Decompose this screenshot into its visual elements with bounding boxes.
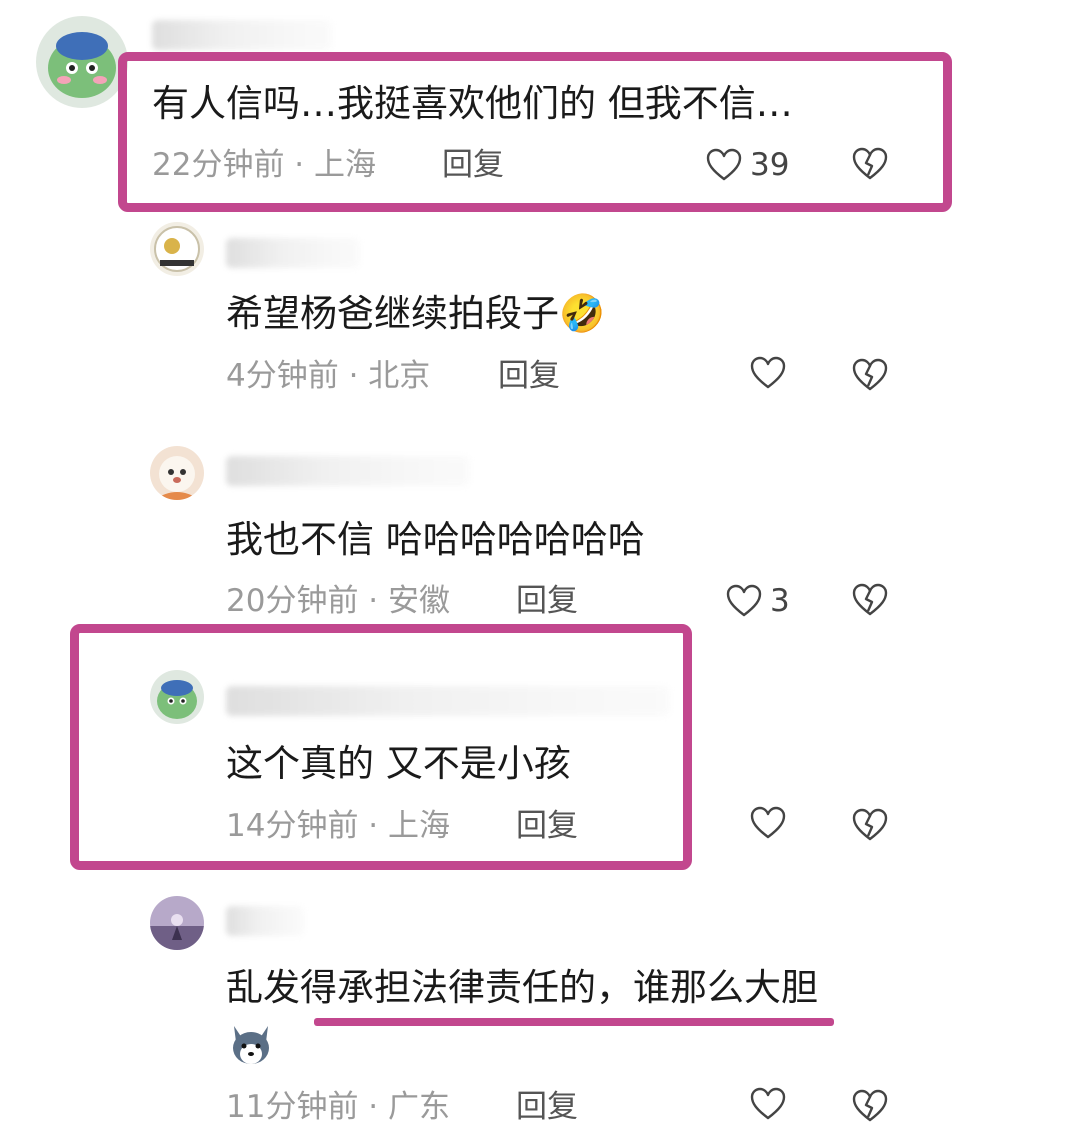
comment-time-location: 20分钟前 · 安徽	[226, 583, 451, 619]
avatar[interactable]	[36, 16, 128, 108]
reply-button[interactable]: 回复	[516, 581, 578, 621]
avatar-image	[150, 670, 204, 724]
avatar[interactable]	[150, 222, 204, 276]
comment-text: 我也不信 哈哈哈哈哈哈哈	[226, 518, 645, 561]
highlight-frame	[118, 52, 952, 212]
dislike-button[interactable]	[852, 358, 888, 392]
username-blurred	[152, 20, 332, 50]
dislike-button[interactable]	[852, 1089, 888, 1123]
heart-icon	[750, 356, 786, 390]
dislike-button[interactable]	[852, 808, 888, 842]
like-button[interactable]	[750, 806, 794, 840]
highlight-underline	[314, 1018, 834, 1026]
heart-icon	[750, 1087, 786, 1121]
heart-icon	[706, 148, 742, 182]
avatar-image	[150, 222, 204, 276]
like-button[interactable]	[750, 1087, 794, 1121]
avatar-image	[36, 16, 128, 108]
avatar-image	[150, 896, 204, 950]
broken-heart-icon	[852, 808, 888, 842]
reply-button[interactable]: 回复	[516, 806, 578, 846]
laughing-emoji: 🤣	[559, 292, 606, 335]
reply-button[interactable]: 回复	[442, 145, 504, 185]
husky-sticker	[226, 1018, 276, 1072]
reply-button[interactable]: 回复	[516, 1087, 578, 1127]
comment-time-location: 11分钟前 · 广东	[226, 1089, 451, 1125]
heart-icon	[726, 584, 762, 618]
broken-heart-icon	[852, 147, 888, 181]
broken-heart-icon	[852, 1089, 888, 1123]
comment-text: 这个真的 又不是小孩	[226, 742, 571, 785]
comment-text: 乱发得承担法律责任的，谁那么大胆	[226, 966, 818, 1009]
heart-icon	[750, 806, 786, 840]
avatar-image	[150, 446, 204, 500]
comment-text: 有人信吗…我挺喜欢他们的 但我不信…	[152, 82, 793, 125]
username-blurred	[226, 906, 304, 936]
avatar[interactable]	[150, 896, 204, 950]
comment-text: 希望杨爸继续拍段子🤣	[226, 292, 606, 335]
like-count: 39	[750, 147, 790, 183]
dislike-button[interactable]	[852, 147, 888, 181]
comment-time-location: 14分钟前 · 上海	[226, 808, 451, 844]
broken-heart-icon	[852, 358, 888, 392]
like-button[interactable]: 3	[726, 581, 790, 621]
reply-button[interactable]: 回复	[498, 356, 560, 396]
avatar[interactable]	[150, 446, 204, 500]
avatar[interactable]	[150, 670, 204, 724]
username-blurred	[226, 238, 360, 268]
dislike-button[interactable]	[852, 583, 888, 617]
username-blurred	[226, 456, 470, 486]
like-count: 3	[770, 583, 790, 619]
comment-time-location: 22分钟前 · 上海	[152, 147, 377, 183]
like-button[interactable]	[750, 356, 794, 390]
username-blurred	[226, 686, 670, 716]
like-button[interactable]: 39	[706, 145, 789, 185]
broken-heart-icon	[852, 583, 888, 617]
comment-time-location: 4分钟前 · 北京	[226, 358, 431, 394]
